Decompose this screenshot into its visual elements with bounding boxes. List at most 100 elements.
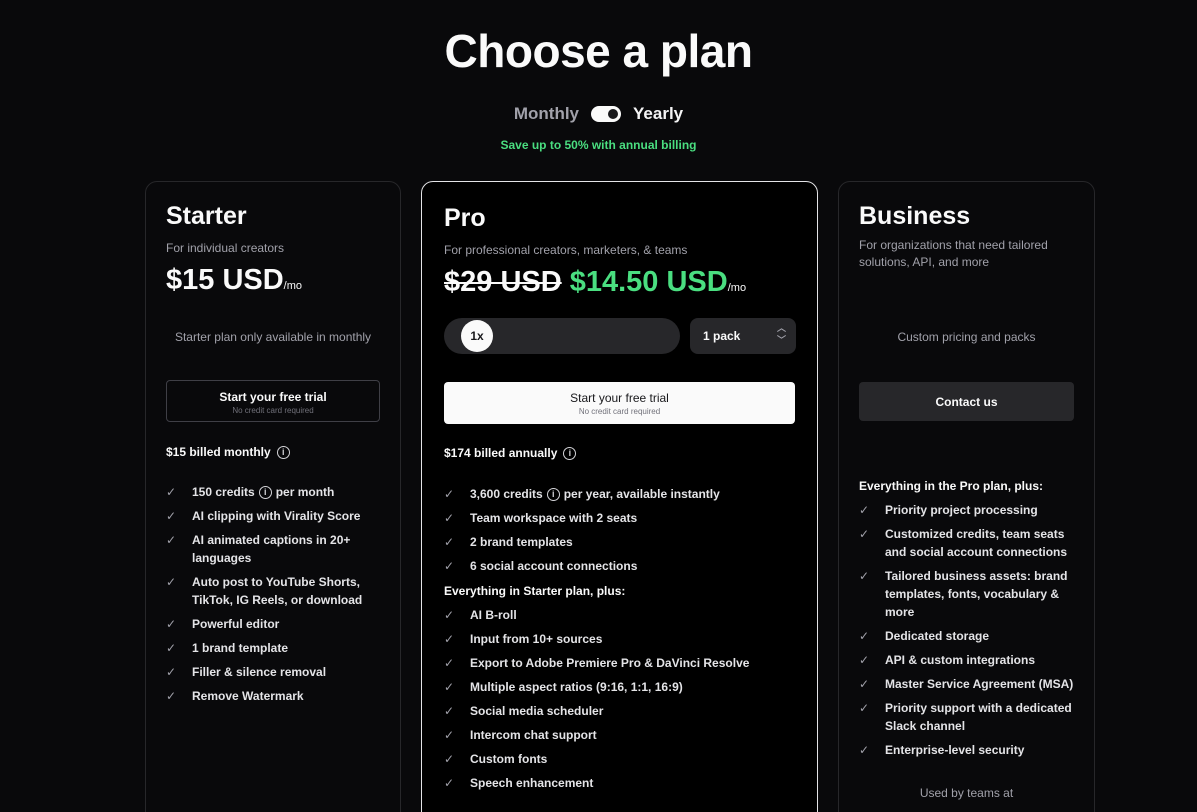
feature-item: ✓ 150 credits i per month (166, 483, 386, 501)
info-icon[interactable]: i (276, 445, 290, 459)
feature-item: ✓ Social media scheduler (444, 702, 804, 720)
feature-item: ✓ Enterprise-level security (859, 741, 1079, 759)
section-label: Everything in Starter plan, plus: (444, 584, 626, 598)
info-icon[interactable]: i (546, 487, 560, 501)
feature-label: Intercom chat support (470, 728, 597, 742)
feature-label: Tailored business assets: brand template… (885, 569, 1068, 619)
feature-label: Remove Watermark (192, 689, 304, 703)
start-trial-button[interactable]: Start your free trial No credit card req… (444, 382, 795, 424)
check-icon: ✓ (166, 485, 177, 499)
check-icon: ✓ (166, 617, 177, 631)
check-icon: ✓ (444, 535, 455, 549)
feature-label: 6 social account connections (470, 559, 638, 573)
check-icon: ✓ (444, 752, 455, 766)
feature-item: ✓ Priority project processing (859, 501, 1079, 519)
check-icon: ✓ (859, 743, 870, 757)
check-icon: ✓ (166, 575, 177, 589)
pack-select[interactable]: 1 pack ︿ ﹀ (690, 318, 796, 354)
feature-item: ✓ Multiple aspect ratios (9:16, 1:1, 16:9… (444, 678, 804, 696)
extra-feature-list: ✓ AI B-roll ✓ Input from 10+ sources ✓ Export… (444, 606, 804, 798)
check-icon: ✓ (444, 728, 455, 742)
billing-switch[interactable] (591, 106, 622, 122)
feature-text: Custom fonts (470, 750, 547, 768)
contact-us-button[interactable]: Contact us (859, 382, 1074, 421)
feature-item: ✓ Customized credits, team seats and soci… (859, 525, 1079, 561)
feature-item: ✓ Remove Watermark (166, 687, 386, 705)
feature-text: Priority support with a dedicated Slack … (885, 699, 1079, 735)
check-icon: ✓ (444, 680, 455, 694)
plan-card-starter: Starter For individual creators $15 USD/… (145, 181, 401, 812)
feature-label: 1 brand template (192, 641, 289, 655)
feature-item: ✓ 6 social account connections (444, 557, 804, 575)
feature-text: AI clipping with Virality Score (192, 507, 360, 525)
feature-text: Social media scheduler (470, 702, 603, 720)
feature-label: Priority support with a dedicated Slack … (885, 701, 1072, 733)
feature-text: AI animated captions in 20+ languages (192, 531, 386, 567)
feature-label: Enterprise-level security (885, 743, 1025, 757)
monthly-label[interactable]: Monthly (514, 104, 579, 124)
feature-text: AI B-roll (470, 606, 517, 624)
feature-text: 3,600 credits i per year, available instan… (470, 485, 720, 503)
info-icon[interactable]: i (563, 446, 577, 460)
feature-text: 6 social account connections (470, 557, 637, 575)
yearly-label[interactable]: Yearly (633, 104, 683, 124)
info-icon[interactable]: i (258, 485, 272, 499)
feature-label: Team workspace with 2 seats (470, 511, 638, 525)
feature-item: ✓ Filler & silence removal (166, 663, 386, 681)
plan-name: Business (859, 202, 971, 230)
feature-label: Master Service Agreement (MSA) (885, 677, 1074, 691)
feature-item: ✓ 1 brand template (166, 639, 386, 657)
feature-item: ✓ Intercom chat support (444, 726, 804, 744)
feature-list: ✓ 150 credits i per month ✓ AI clipping with … (166, 483, 386, 711)
feature-label: 2 brand templates (470, 535, 573, 549)
feature-item: ✓ Powerful editor (166, 615, 386, 633)
credit-multiplier-slider[interactable]: 1x (444, 318, 680, 354)
feature-item: ✓ AI B-roll (444, 606, 804, 624)
feature-text: Input from 10+ sources (470, 630, 602, 648)
feature-text: Team workspace with 2 seats (470, 509, 637, 527)
check-icon: ✓ (166, 689, 177, 703)
feature-suffix: per year, available instantly (563, 487, 720, 501)
feature-label: Input from 10+ sources (470, 632, 603, 646)
feature-item: ✓ Master Service Agreement (MSA) (859, 675, 1079, 693)
feature-label: Export to Adobe Premiere Pro & DaVinci R… (470, 656, 750, 670)
feature-text: Customized credits, team seats and socia… (885, 525, 1079, 561)
cta-sublabel: No credit card required (232, 406, 314, 415)
start-trial-button[interactable]: Start your free trial No credit card req… (166, 380, 380, 422)
feature-text: Speech enhancement (470, 774, 593, 792)
pricing-page: Choose a plan Monthly Yearly Save up to … (0, 0, 1197, 812)
feature-text: Filler & silence removal (192, 663, 326, 681)
pack-value: 1 pack (703, 329, 741, 343)
feature-text: Master Service Agreement (MSA) (885, 675, 1073, 693)
chevron-up-down-icon: ︿ ﹀ (776, 323, 786, 345)
check-icon: ✓ (166, 533, 177, 547)
check-icon: ✓ (166, 665, 177, 679)
feature-label: Customized credits, team seats and socia… (885, 527, 1068, 559)
feature-list: ✓ 3,600 credits i per year, available insta… (444, 485, 804, 581)
plan-name: Pro (444, 204, 486, 232)
feature-text: 2 brand templates (470, 533, 573, 551)
check-icon: ✓ (859, 701, 870, 715)
feature-text: Tailored business assets: brand template… (885, 567, 1079, 621)
check-icon: ✓ (444, 608, 455, 622)
slider-thumb[interactable]: 1x (461, 320, 493, 352)
feature-suffix: per month (275, 485, 335, 499)
check-icon: ✓ (859, 503, 870, 517)
feature-label: Priority project processing (885, 503, 1038, 517)
check-icon: ✓ (859, 677, 870, 691)
feature-label: AI B-roll (470, 608, 517, 622)
check-icon: ✓ (166, 641, 177, 655)
feature-label: 3,600 credits (470, 487, 543, 501)
feature-text: Remove Watermark (192, 687, 304, 705)
billed-note: $15 billed monthly i (166, 445, 290, 459)
plan-price: $15 USD/mo (166, 264, 302, 297)
feature-label: Speech enhancement (470, 776, 594, 790)
feature-item: ✓ 3,600 credits i per year, available insta… (444, 485, 804, 503)
page-title: Choose a plan (444, 25, 753, 77)
feature-item: ✓ Team workspace with 2 seats (444, 509, 804, 527)
feature-label: Social media scheduler (470, 704, 604, 718)
plan-price: $29 USD $14.50 USD/mo (444, 266, 746, 299)
feature-text: Enterprise-level security (885, 741, 1024, 759)
check-icon: ✓ (444, 656, 455, 670)
billed-text: $15 billed monthly (166, 445, 271, 459)
